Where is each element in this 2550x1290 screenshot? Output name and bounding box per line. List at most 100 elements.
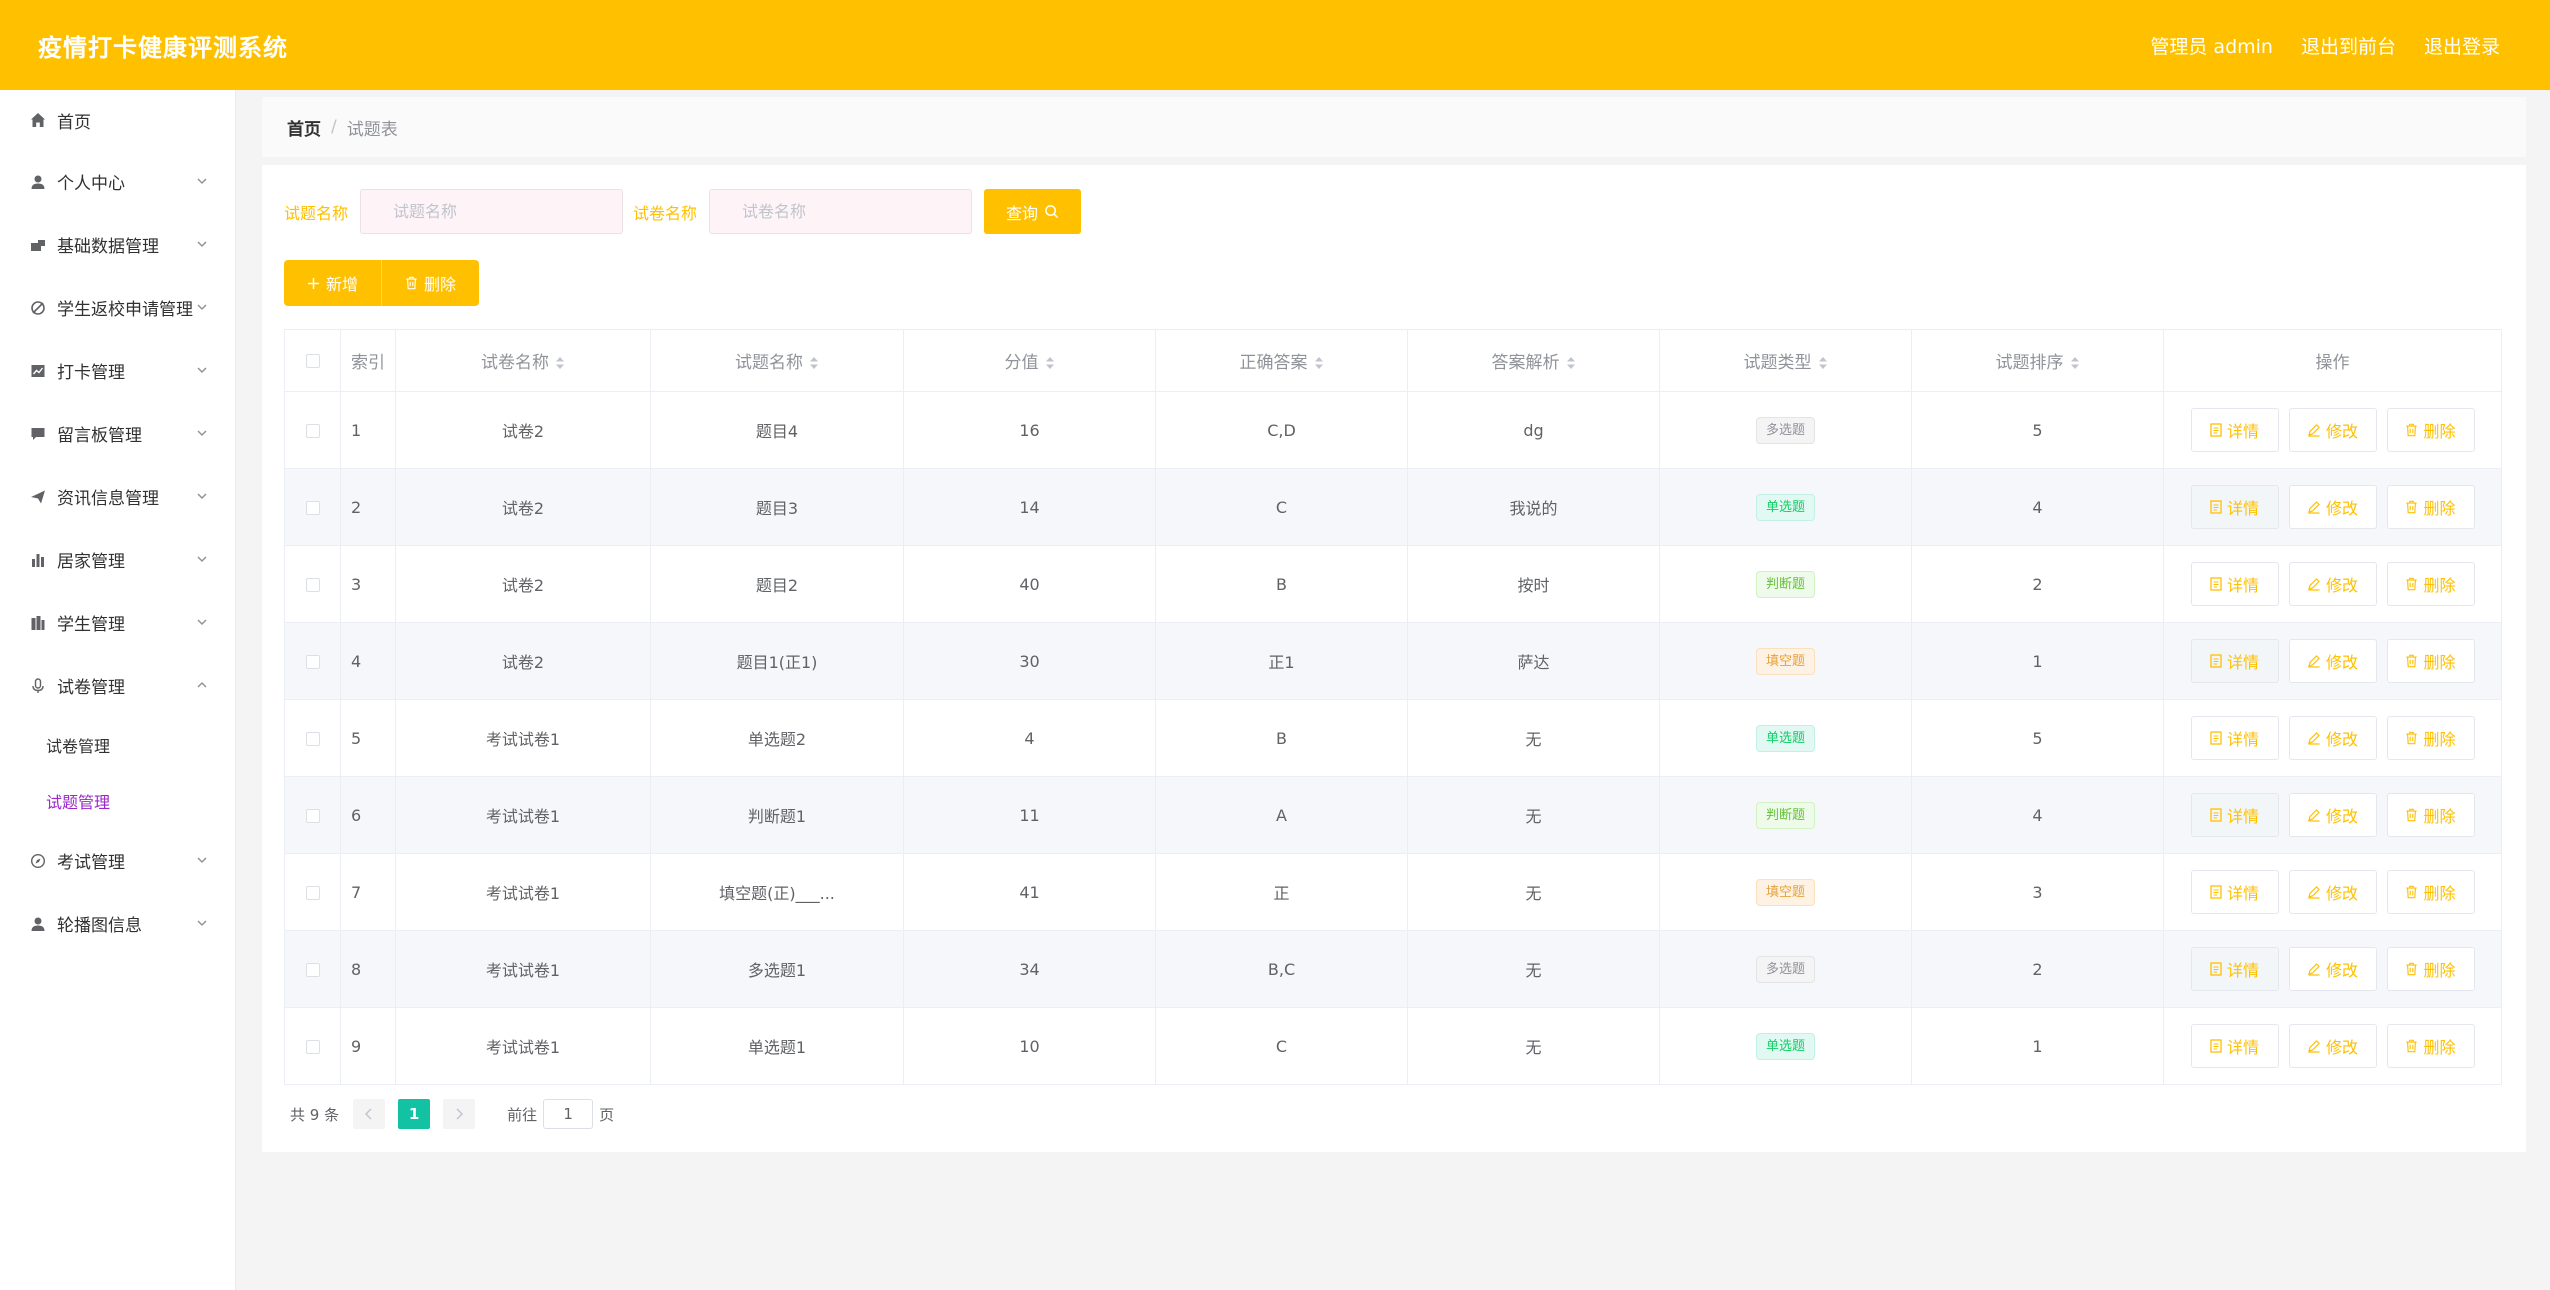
edit-button[interactable]: 修改 — [2288, 408, 2377, 452]
delete-row-button[interactable]: 删除 — [2386, 562, 2475, 606]
table-row[interactable]: 6 考试试卷1 判断题1 11 A 无 判断题 4 详情 修改 删除 — [284, 776, 2502, 854]
detail-button[interactable]: 详情 — [2190, 639, 2279, 683]
cell-score: 34 — [903, 930, 1156, 1008]
next-page-button[interactable] — [443, 1099, 476, 1129]
select-all-cell — [284, 329, 341, 392]
paper-name-input[interactable] — [709, 189, 973, 234]
table-row[interactable]: 8 考试试卷1 多选题1 34 B,C 无 多选题 2 详情 修改 删除 — [284, 930, 2502, 1008]
question-name-input[interactable] — [360, 189, 624, 234]
detail-button[interactable]: 详情 — [2190, 793, 2279, 837]
sidebar-item-news[interactable]: 资讯信息管理 — [0, 465, 235, 528]
edit-button[interactable]: 修改 — [2288, 639, 2377, 683]
row-checkbox[interactable] — [305, 424, 320, 438]
column-header-actions: 操作 — [2163, 329, 2502, 392]
goto-page-input[interactable] — [543, 1099, 594, 1129]
delete-row-button[interactable]: 删除 — [2386, 485, 2475, 529]
detail-button[interactable]: 详情 — [2190, 716, 2279, 760]
edit-button[interactable]: 修改 — [2288, 870, 2377, 914]
detail-button[interactable]: 详情 — [2190, 408, 2279, 452]
sidebar-item-carousel[interactable]: 轮播图信息 — [0, 892, 235, 955]
sidebar-item-return-application[interactable]: 学生返校申请管理 — [0, 276, 235, 339]
edit-button[interactable]: 修改 — [2288, 793, 2377, 837]
sidebar-item-exams[interactable]: 考试管理 — [0, 829, 235, 892]
row-checkbox[interactable] — [305, 1040, 320, 1054]
question-type-tag: 单选题 — [1755, 724, 1815, 752]
sidebar-item-students[interactable]: 学生管理 — [0, 591, 235, 654]
user-icon — [28, 914, 48, 934]
delete-row-button[interactable]: 删除 — [2386, 1024, 2475, 1068]
query-button[interactable]: 查询 — [984, 189, 1082, 234]
sidebar-item-home[interactable]: 首页 — [0, 90, 235, 150]
submenu-item-paper-management[interactable]: 试卷管理 — [0, 717, 235, 773]
add-button[interactable]: 新增 — [284, 260, 382, 306]
column-header-order[interactable]: 试题排序 — [1911, 329, 2164, 392]
exit-to-front-link[interactable]: 退出到前台 — [2301, 32, 2396, 59]
sidebar-item-home-quarantine[interactable]: 居家管理 — [0, 528, 235, 591]
delete-row-button[interactable]: 删除 — [2386, 408, 2475, 452]
chevron-down-icon — [197, 920, 207, 927]
row-checkbox[interactable] — [305, 655, 320, 669]
column-header-analysis[interactable]: 答案解析 — [1407, 329, 1660, 392]
row-checkbox[interactable] — [305, 886, 320, 900]
add-button-label: 新增 — [325, 277, 358, 294]
page-number-current[interactable]: 1 — [398, 1099, 431, 1129]
column-header-answer[interactable]: 正确答案 — [1155, 329, 1408, 392]
edit-button[interactable]: 修改 — [2288, 1024, 2377, 1068]
delete-row-button[interactable]: 删除 — [2386, 947, 2475, 991]
column-header-question[interactable]: 试题名称 — [650, 329, 904, 392]
sidebar-item-label: 资讯信息管理 — [57, 489, 159, 509]
sidebar-item-message-board[interactable]: 留言板管理 — [0, 402, 235, 465]
table-row[interactable]: 3 试卷2 题目2 40 B 按时 判断题 2 详情 修改 删除 — [284, 545, 2502, 623]
table-row[interactable]: 1 试卷2 题目4 16 C,D dg 多选题 5 详情 修改 删除 — [284, 391, 2502, 469]
breadcrumb-home[interactable]: 首页 — [287, 115, 321, 140]
pagination-total: 共 9 条 — [290, 1105, 340, 1124]
delete-row-button-label: 删除 — [2423, 576, 2456, 595]
table-row[interactable]: 4 试卷2 题目1(正1) 30 正1 萨达 填空题 1 详情 修改 删除 — [284, 622, 2502, 700]
sidebar-item-checkin[interactable]: 打卡管理 — [0, 339, 235, 402]
column-header-paper[interactable]: 试卷名称 — [395, 329, 651, 392]
edit-button-label: 修改 — [2325, 653, 2358, 672]
delete-row-button[interactable]: 删除 — [2386, 870, 2475, 914]
table-row[interactable]: 9 考试试卷1 单选题1 10 C 无单选题 1 详情 修改 删除 — [284, 1007, 2502, 1085]
detail-button[interactable]: 详情 — [2190, 870, 2279, 914]
logout-link[interactable]: 退出登录 — [2424, 32, 2500, 59]
column-header-type[interactable]: 试题类型 — [1659, 329, 1912, 392]
trash-icon — [2406, 962, 2418, 976]
select-all-checkbox[interactable] — [305, 353, 320, 368]
table-row[interactable]: 7 考试试卷1 填空题(正)___... 41 正无 填空题 3 详情 修改 删除 — [284, 853, 2502, 931]
prev-page-button[interactable] — [353, 1099, 386, 1129]
breadcrumb-separator: / — [331, 117, 337, 137]
delete-row-button[interactable]: 删除 — [2386, 793, 2475, 837]
row-checkbox[interactable] — [305, 809, 320, 823]
delete-row-button[interactable]: 删除 — [2386, 639, 2475, 683]
edit-button[interactable]: 修改 — [2288, 562, 2377, 606]
detail-button[interactable]: 详情 — [2190, 562, 2279, 606]
building-icon — [28, 613, 48, 633]
sidebar-item-exam-papers[interactable]: 试卷管理 — [0, 654, 235, 717]
delete-row-button[interactable]: 删除 — [2386, 716, 2475, 760]
batch-delete-button[interactable]: 删除 — [382, 260, 479, 306]
sidebar-item-personal-center[interactable]: 个人中心 — [0, 150, 235, 213]
delete-row-button-label: 删除 — [2423, 961, 2456, 980]
row-checkbox[interactable] — [305, 732, 320, 746]
column-header-score[interactable]: 分值 — [903, 329, 1156, 392]
table-row[interactable]: 2 试卷2 题目3 14 C 我说的 单选题 4 详情 修改 删除 — [284, 468, 2502, 546]
row-checkbox[interactable] — [305, 501, 320, 515]
edit-button[interactable]: 修改 — [2288, 947, 2377, 991]
row-checkbox[interactable] — [305, 578, 320, 592]
edit-button[interactable]: 修改 — [2288, 485, 2377, 529]
detail-button[interactable]: 详情 — [2190, 485, 2279, 529]
chevron-down-icon — [197, 241, 207, 248]
cell-order: 1 — [1911, 622, 2164, 700]
goto-label: 前往 — [507, 1105, 538, 1124]
paper-name-label: 试卷名称 — [633, 203, 698, 223]
row-checkbox[interactable] — [305, 963, 320, 977]
column-header-label: 分值 — [1004, 353, 1039, 373]
table-row[interactable]: 5 考试试卷1 单选题2 4 B 无单选题 5 详情 修改 删除 — [284, 699, 2502, 777]
sidebar-item-basic-data[interactable]: 基础数据管理 — [0, 213, 235, 276]
detail-button[interactable]: 详情 — [2190, 1024, 2279, 1068]
detail-button[interactable]: 详情 — [2190, 947, 2279, 991]
row-select-cell — [284, 468, 341, 546]
submenu-item-question-management[interactable]: 试题管理 — [0, 773, 235, 829]
edit-button[interactable]: 修改 — [2288, 716, 2377, 760]
